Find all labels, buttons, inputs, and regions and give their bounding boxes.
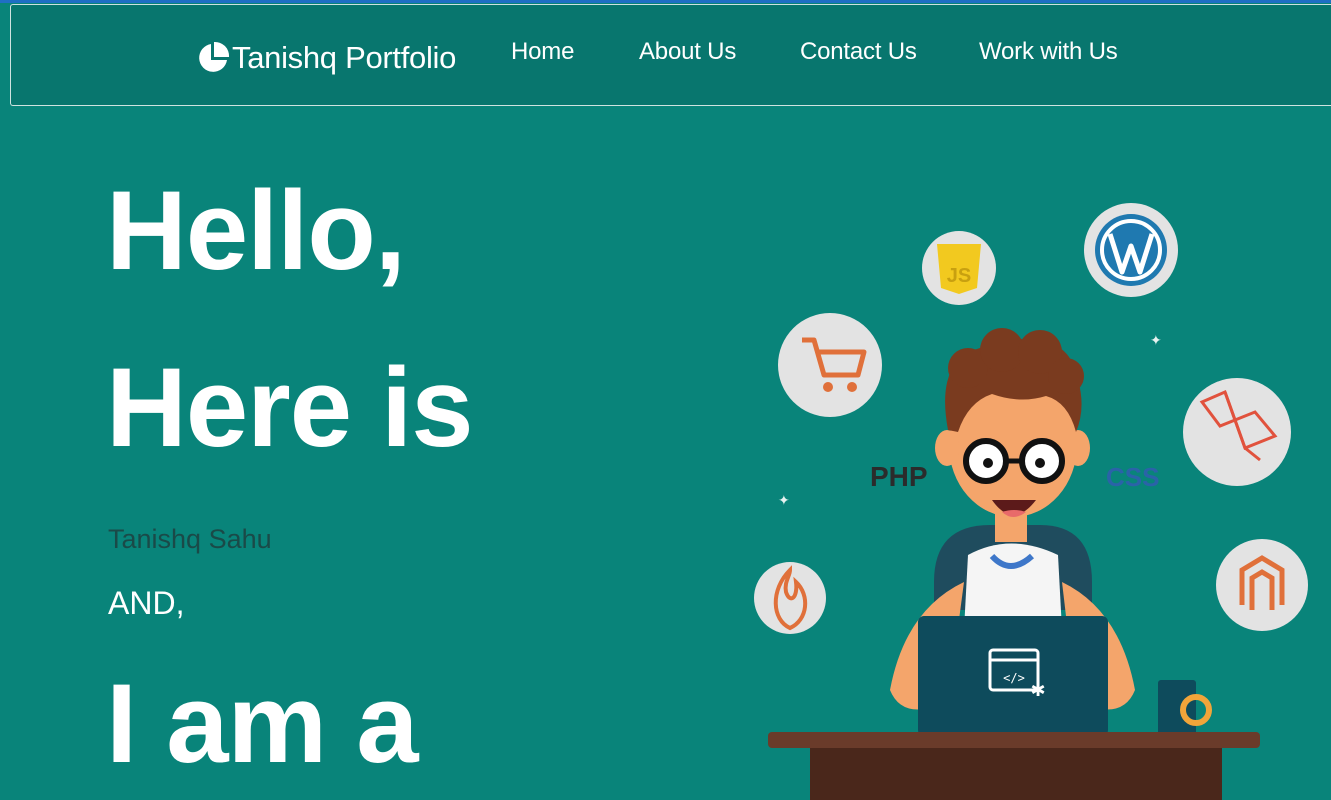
laravel-icon — [1183, 378, 1291, 486]
cart-icon — [778, 313, 882, 417]
developer-illustration: JS ✦ ✦ PHP CSS </> ✱ — [754, 203, 1308, 800]
js-label: JS — [947, 265, 971, 287]
nav-about-us[interactable]: About Us — [639, 38, 736, 66]
desk-top — [768, 732, 1260, 748]
svg-text:✦: ✦ — [778, 493, 790, 509]
nav-work-with-us[interactable]: Work with Us — [979, 38, 1118, 66]
js-icon: JS — [922, 231, 996, 305]
laptop-icon: </> ✱ — [918, 616, 1108, 736]
svg-text:✦: ✦ — [1150, 333, 1162, 349]
php-label: PHP — [870, 461, 928, 492]
wordpress-icon — [1084, 203, 1178, 297]
nav-home[interactable]: Home — [511, 38, 574, 66]
brand-link[interactable]: Tanishq Portfolio — [196, 40, 456, 76]
hero-role-prefix: I am a — [106, 661, 419, 786]
gear-icon: ✱ — [1030, 680, 1045, 701]
hero-conjunction: AND, — [108, 585, 185, 621]
magento-icon — [1216, 539, 1308, 631]
hero-intro: Here is — [106, 345, 474, 470]
owner-name: Tanishq Sahu — [108, 524, 272, 554]
top-accent-bar — [0, 0, 1331, 3]
hero-greeting: Hello, — [106, 168, 406, 293]
desk-body — [810, 748, 1222, 800]
coffee-mug-icon — [1158, 680, 1212, 735]
pie-chart-icon — [199, 41, 230, 72]
brand-name: Tanishq Portfolio — [232, 40, 457, 75]
nav-contact-us[interactable]: Contact Us — [800, 38, 917, 66]
css-label: CSS — [1106, 462, 1159, 492]
code-label: </> — [1003, 671, 1025, 685]
codeigniter-icon — [754, 562, 826, 634]
